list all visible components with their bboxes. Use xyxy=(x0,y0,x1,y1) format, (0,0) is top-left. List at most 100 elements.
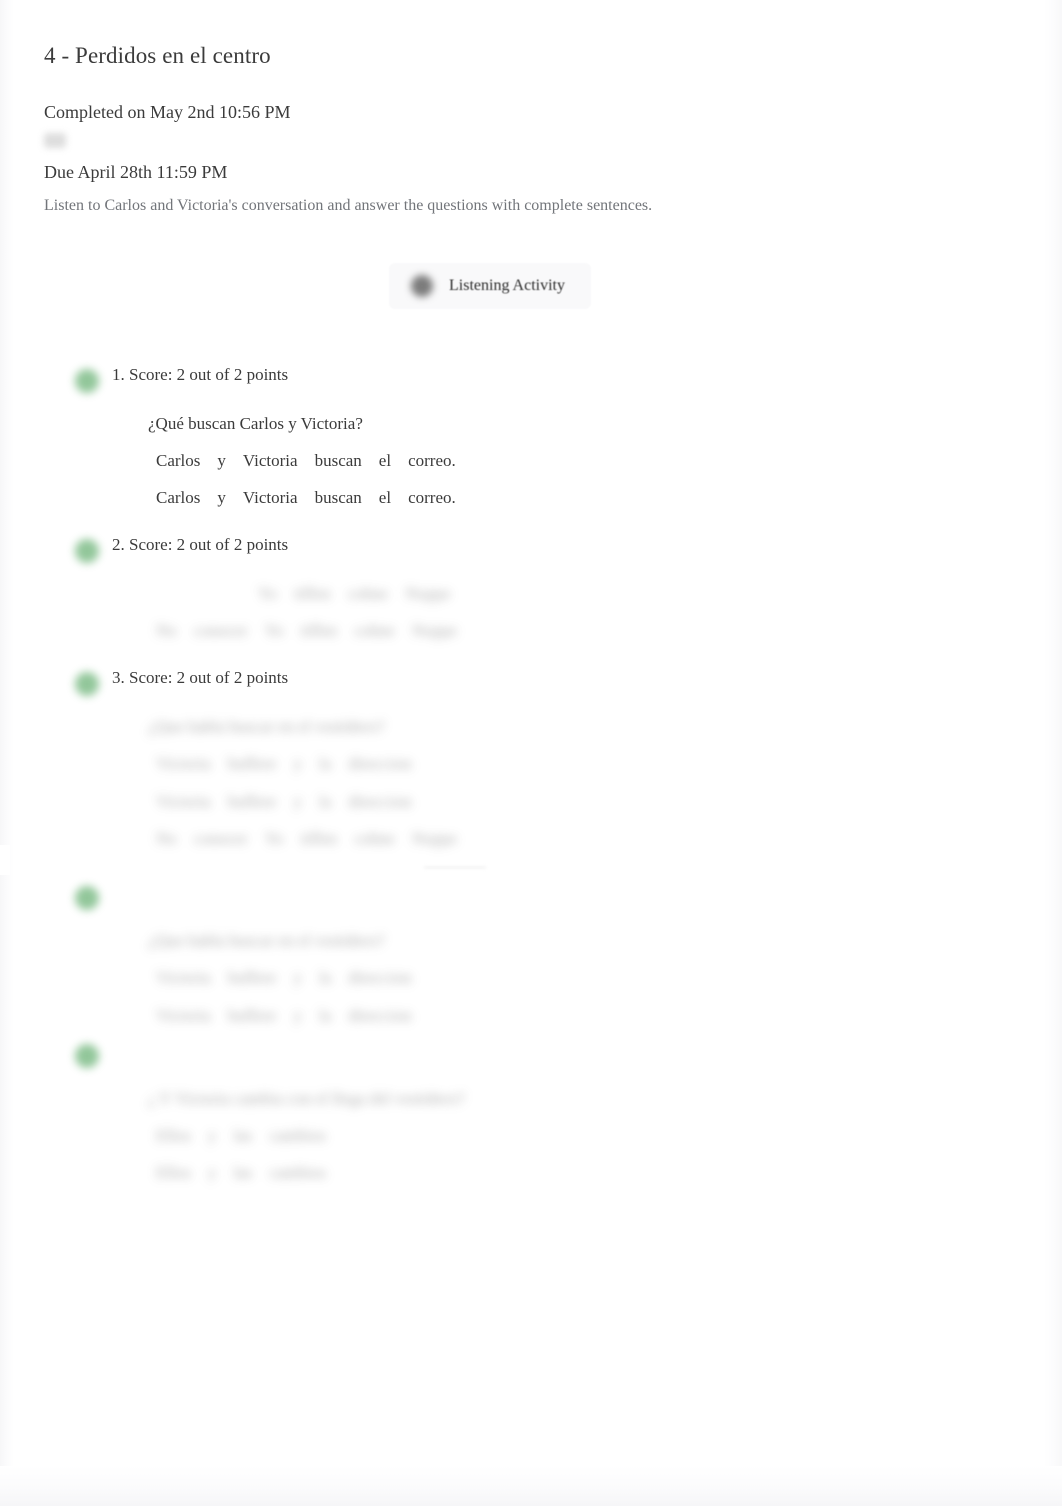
correct-answer: Ellos y las cambios xyxy=(148,1162,1024,1183)
answer-token: No xyxy=(156,621,177,641)
answer-token: Ellos xyxy=(156,1126,191,1145)
question-block: 1. Score: 2 out of 2 points ¿Qué buscan C… xyxy=(44,365,1024,509)
audio-play-icon[interactable] xyxy=(411,274,433,297)
correct-answer: Carlos y Victoria buscan el correo. xyxy=(148,487,1024,508)
answer-token: cohne xyxy=(354,621,395,641)
answer-token: Victoria xyxy=(242,488,298,508)
answer-token-gap xyxy=(284,620,301,641)
answer-token: cohne xyxy=(347,584,389,604)
question-body: Yo tiffen cohne Noppe No conocer Yo tiffe… xyxy=(112,583,1024,642)
answer-token: buffere xyxy=(227,754,277,774)
answer-token: direccion xyxy=(348,791,412,811)
answer-token-gap xyxy=(211,967,228,988)
answer-token: y xyxy=(293,791,302,811)
answer-token: Victoria xyxy=(156,754,211,774)
answer-token: buscan xyxy=(314,488,362,508)
answer-token-gap xyxy=(211,791,228,812)
answer-token-gap xyxy=(302,1005,319,1026)
answer-token: direccion xyxy=(348,754,412,774)
answer-token: conocer xyxy=(193,828,248,848)
answer-token: Yo xyxy=(264,828,284,848)
answer-token-gap xyxy=(302,791,319,812)
answer-token: la xyxy=(318,968,332,988)
check-circle-icon xyxy=(75,886,99,910)
answer-token: cambios xyxy=(269,1126,326,1145)
answer-token-gap xyxy=(284,828,301,849)
answer-token: Yo xyxy=(264,621,284,641)
answer-token: y xyxy=(217,488,226,508)
answer-token-gap xyxy=(226,487,243,508)
question-score-label xyxy=(112,1040,1024,1060)
answer-token: Victoria xyxy=(242,451,298,471)
answer-token-gap xyxy=(331,791,348,812)
question-block: ¿Que habla buscar en el vestidero? Victor… xyxy=(44,882,1024,1026)
question-body: ¿ Y Victoria cambia con el llega del ves… xyxy=(112,1088,1024,1184)
answer-token: las xyxy=(233,1126,253,1145)
status-icon xyxy=(44,133,66,149)
answer-token-gap xyxy=(276,967,293,988)
answer-token: Carlos xyxy=(156,451,201,471)
answer-token-gap xyxy=(200,487,217,508)
check-circle-icon xyxy=(75,671,99,696)
answer-token: tiffen xyxy=(294,584,331,604)
answer-token-gap xyxy=(211,753,228,774)
answer-token-gap xyxy=(191,1125,208,1146)
page-left-edge-notch xyxy=(0,845,10,875)
answer-token-gap xyxy=(226,450,243,471)
correct-answer: No conocer Yo tiffen cohne Noppe xyxy=(148,828,1024,849)
answer-token: Noppe xyxy=(405,584,451,604)
answer-token: buffere xyxy=(227,1005,277,1025)
answer-token: buffere xyxy=(227,791,277,811)
answer-token-gap xyxy=(252,1125,269,1146)
question-score-label: 1. Score: 2 out of 2 points xyxy=(112,364,289,384)
answer-token: buffere xyxy=(227,968,277,988)
answer-token-gap xyxy=(331,1005,348,1026)
answer-token-gap xyxy=(248,828,265,849)
answer-token-gap xyxy=(200,450,217,471)
answer-token-gap xyxy=(331,967,348,988)
answer-token: Noppe xyxy=(411,621,458,641)
answer-token-gap xyxy=(391,487,408,508)
question-prompt: ¿Que habla buscar en el vestidero? xyxy=(148,717,385,736)
answer-token: la xyxy=(318,1005,332,1025)
question-block: 2. Score: 2 out of 2 points Yo tiffen coh… xyxy=(44,535,1024,642)
answer-token-gap xyxy=(277,583,294,604)
answer-token: Noppe xyxy=(411,828,458,848)
student-answer: Yo tiffen cohne Noppe xyxy=(148,583,1024,604)
question-score-label xyxy=(112,882,1024,902)
answer-token-gap xyxy=(331,753,348,774)
question-block: 3. Score: 2 out of 2 points ¿Que habla bu… xyxy=(44,668,1024,868)
correct-answer: Victoria buffere y la direccion xyxy=(148,791,1024,812)
answer-token-gap xyxy=(298,450,315,471)
due-date: Due April 28th 11:59 PM xyxy=(44,162,228,183)
listening-activity-button[interactable]: Listening Activity xyxy=(389,262,591,309)
answer-token-gap xyxy=(252,1162,269,1183)
answer-token: y xyxy=(217,451,226,471)
listening-activity-container: Listening Activity xyxy=(0,262,980,309)
answer-token: conocer xyxy=(193,621,248,641)
answer-token: y xyxy=(207,1163,217,1183)
student-answer: Carlos y Victoria buscan el correo. xyxy=(148,450,1024,471)
answer-token: cambios xyxy=(269,1163,326,1183)
answer-token: las xyxy=(233,1163,253,1183)
answer-token: Ellos xyxy=(156,1163,191,1183)
answer-token: Carlos xyxy=(156,488,201,508)
answer-token: Victoria xyxy=(156,791,211,811)
answer-token: y xyxy=(293,754,302,774)
answer-token: tiffen xyxy=(300,621,338,641)
quiz-instructions: Listen to Carlos and Victoria's conversa… xyxy=(44,196,653,214)
answer-token: No xyxy=(156,828,177,848)
quiz-content: 4 - Perdidos en el centro Completed on M… xyxy=(44,0,1024,1198)
question-spacer xyxy=(44,868,1024,882)
check-circle-icon xyxy=(75,368,99,393)
student-answer: Victoria buffere y la direccion xyxy=(148,967,1024,988)
answer-token-gap xyxy=(276,791,293,812)
listening-activity-label: Listening Activity xyxy=(449,276,565,294)
answer-token: Victoria xyxy=(156,968,211,988)
question-spacer xyxy=(44,509,1024,535)
answer-token-gap xyxy=(302,967,319,988)
question-prompt: ¿Que habla buscar en el vestidero? xyxy=(148,931,385,950)
answer-token-gap xyxy=(248,620,265,641)
answer-token: Yo xyxy=(258,584,278,604)
student-answer: Ellos y las cambios xyxy=(148,1125,1024,1146)
